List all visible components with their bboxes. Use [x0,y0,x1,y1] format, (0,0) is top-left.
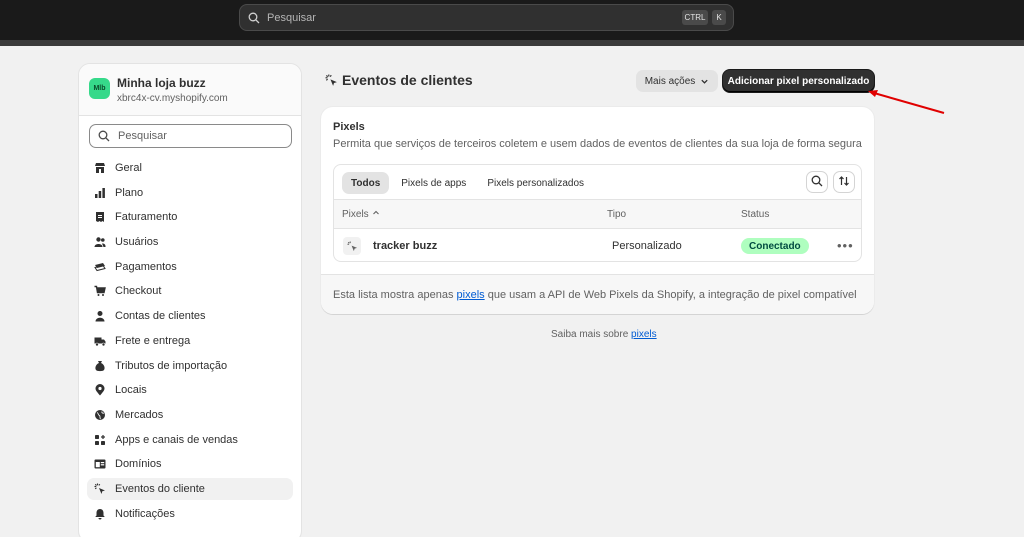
sidebar-item-label: Notificações [115,507,175,520]
pixel-filter-tabs: Todos Pixels de apps Pixels personalizad… [342,172,596,194]
sidebar-item-label: Eventos do cliente [115,482,205,495]
sidebar-item-label: Contas de clientes [115,310,206,323]
more-actions-button[interactable]: Mais ações [636,70,718,92]
sidebar-item-apps-e-canais-de-vendas[interactable]: Apps e canais de vendas [87,429,293,451]
search-icon [248,11,262,25]
store-icon [93,162,106,175]
store-domain: xbrc4x-cv.myshopify.com [117,93,228,104]
cursor-click-icon [325,74,338,87]
store-name: Minha loja buzz [117,76,206,90]
row-actions-menu-icon[interactable]: ••• [837,238,854,253]
sidebar-item-tributos-de-importacao[interactable]: Tributos de importação [87,355,293,377]
table-header: Pixels Tipo Status [334,199,861,229]
chart-icon [93,186,106,199]
custom-pixel-icon [343,237,361,255]
sidebar-item-dominios[interactable]: Domínios [87,453,293,475]
globe-icon [93,408,106,421]
table-row[interactable]: tracker buzz Personalizado Conectado ••• [334,229,861,261]
sidebar-item-label: Pagamentos [115,260,177,273]
top-bar: Pesquisar CTRL K [0,0,1024,40]
domain-icon [93,458,106,471]
cash-icon [93,260,106,273]
learn-more-pixels-link[interactable]: pixels [631,329,657,340]
sidebar-item-geral[interactable]: Geral [87,157,293,179]
sidebar-item-usuarios[interactable]: Usuários [87,231,293,253]
sidebar-item-label: Mercados [115,408,164,421]
column-header-status: Status [741,209,770,220]
sidebar-item-contas-de-clientes[interactable]: Contas de clientes [87,305,293,327]
users-icon [93,236,106,249]
pixel-name[interactable]: tracker buzz [373,240,437,252]
sidebar-item-label: Faturamento [115,211,178,224]
column-header-tipo: Tipo [607,209,627,220]
footer-text-pre: Esta lista mostra apenas [333,288,454,301]
sidebar-item-eventos-do-cliente[interactable]: Eventos do cliente [87,477,293,500]
sidebar-item-label: Locais [115,384,147,397]
sidebar-item-notificacoes[interactable]: Notificações [87,503,293,525]
sidebar-item-label: Domínios [115,458,162,471]
pixels-card-title: Pixels [333,121,365,133]
sidebar-item-locais[interactable]: Locais [87,379,293,401]
tab-pixels-personalizados[interactable]: Pixels personalizados [478,172,593,194]
sidebar-item-label: Frete e entrega [115,334,191,347]
store-avatar: Mlb [89,78,110,99]
shortcut-ctrl-key: CTRL [682,10,708,25]
sidebar-search-placeholder: Pesquisar [118,130,167,142]
sort-button[interactable] [833,171,855,193]
sidebar-search-input[interactable]: Pesquisar [89,124,292,148]
apps-icon [93,433,106,446]
footer-text-post: que usam a API de Web Pixels da Shopify,… [487,288,857,301]
pixels-card-description: Permita que serviços de terceiros colete… [333,138,862,150]
search-icon [811,175,823,190]
sidebar-item-faturamento[interactable]: Faturamento [87,206,293,228]
search-icon [98,130,110,142]
sidebar-item-label: Tributos de importação [115,359,228,372]
truck-icon [93,334,106,347]
column-header-pixels[interactable]: Pixels [342,209,380,220]
page-top-edge [0,40,1024,46]
shortcut-k-key: K [712,10,726,25]
page-title: Eventos de clientes [325,72,473,88]
column-header-label: Pixels [342,209,369,220]
pixels-card: Pixels Permita que serviços de terceiros… [321,107,874,314]
sidebar-item-label: Plano [115,186,144,199]
person-icon [93,310,106,323]
learn-more: Saiba mais sobre pixels [551,329,657,340]
add-custom-pixel-button[interactable]: Adicionar pixel personalizado [723,70,874,92]
settings-sidebar: Mlb Minha loja buzz xbrc4x-cv.myshopify.… [78,63,302,537]
pixels-card-footer: Esta lista mostra apenas pixels que usam… [321,274,874,314]
store-header[interactable]: Mlb Minha loja buzz xbrc4x-cv.myshopify.… [79,64,301,116]
tab-todos[interactable]: Todos [342,172,390,194]
sidebar-item-label: Checkout [115,285,162,298]
learn-more-text: Saiba mais sobre [551,329,629,340]
status-badge: Conectado [741,238,809,254]
more-actions-label: Mais ações [644,75,696,87]
sidebar-item-label: Usuários [115,236,159,249]
money-bag-icon [93,359,106,372]
sidebar-item-checkout[interactable]: Checkout [87,280,293,302]
receipt-icon [93,211,106,224]
sidebar-item-label: Apps e canais de vendas [115,433,238,446]
sidebar-item-mercados[interactable]: Mercados [87,404,293,426]
sidebar-item-label: Geral [115,162,142,174]
location-icon [93,384,106,397]
cart-icon [93,285,106,298]
global-search-placeholder: Pesquisar [267,11,316,24]
sidebar-item-pagamentos[interactable]: Pagamentos [87,256,293,278]
sidebar-nav: Geral Plano Faturamento Usuários Pagamen… [87,157,293,527]
tab-pixels-de-apps[interactable]: Pixels de apps [392,172,475,194]
footer-pixels-link[interactable]: pixels [457,289,485,301]
global-search-input[interactable]: Pesquisar CTRL K [239,4,734,31]
sidebar-item-plano[interactable]: Plano [87,182,293,204]
search-filter-button[interactable] [806,171,828,193]
chevron-down-icon [700,77,709,86]
pixel-type: Personalizado [612,240,682,252]
bell-icon [93,507,106,520]
sort-caret-icon [372,210,380,219]
sidebar-item-frete-e-entrega[interactable]: Frete e entrega [87,330,293,352]
sort-icon [838,175,850,190]
page-title-text: Eventos de clientes [342,72,473,88]
pixels-table: Todos Pixels de apps Pixels personalizad… [333,164,862,262]
cursor-click-icon [93,482,106,495]
